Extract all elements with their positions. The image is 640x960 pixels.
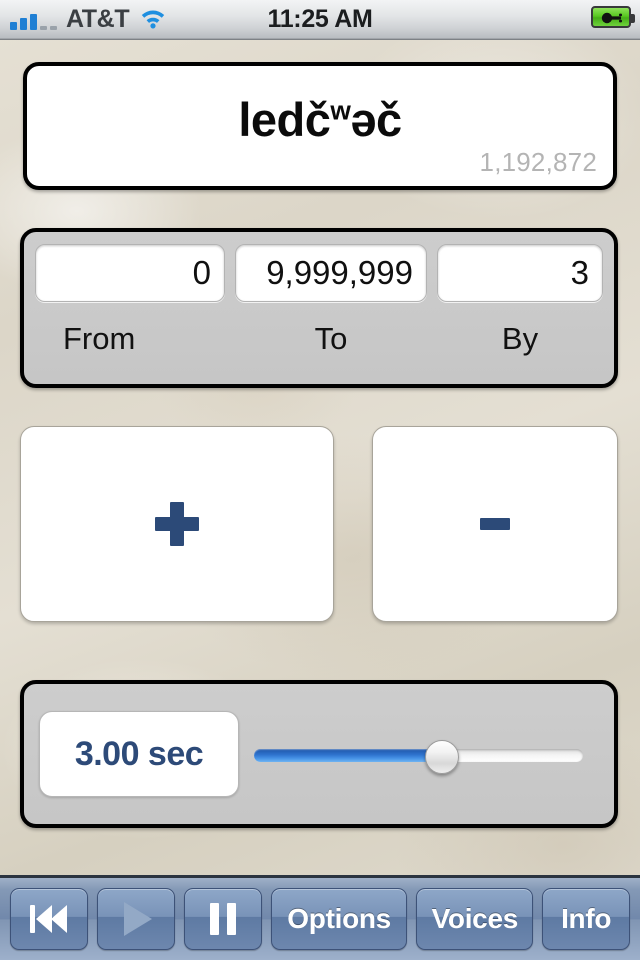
to-label: To xyxy=(314,321,348,356)
range-panel: 0 9,999,999 3 From To By xyxy=(20,228,618,388)
status-bar-right xyxy=(591,6,635,28)
bottom-toolbar: Options Voices Info xyxy=(0,875,640,960)
range-labels: From To By xyxy=(35,316,603,362)
rewind-icon xyxy=(29,904,68,934)
word-superscript: w xyxy=(330,95,351,126)
from-input[interactable]: 0 xyxy=(35,244,225,302)
battery-charging-icon xyxy=(591,6,635,28)
plus-icon xyxy=(155,502,199,546)
word-counter: 1,192,872 xyxy=(479,147,597,177)
speed-slider[interactable] xyxy=(254,740,583,774)
by-label: By xyxy=(501,321,539,356)
word-suffix: əč xyxy=(350,93,402,146)
play-icon xyxy=(124,902,153,936)
pause-icon xyxy=(209,903,236,935)
word-display-panel[interactable]: ledčwəč 1,192,872 xyxy=(23,62,617,190)
rewind-button[interactable] xyxy=(10,888,88,950)
word-prefix: ledč xyxy=(238,93,331,146)
info-button[interactable]: Info xyxy=(542,888,630,950)
slider-fill xyxy=(254,749,442,762)
by-input[interactable]: 3 xyxy=(437,244,603,302)
slider-thumb[interactable] xyxy=(424,740,459,774)
from-label: From xyxy=(63,321,136,356)
minus-icon xyxy=(480,518,510,530)
increment-button[interactable] xyxy=(20,426,334,622)
speed-panel: 3.00 sec xyxy=(20,680,618,828)
clock-time: 11:25 AM xyxy=(267,5,373,33)
status-bar: AT&T 11:25 AM xyxy=(0,0,640,40)
current-word: ledčwəč xyxy=(27,96,613,143)
range-fields: 0 9,999,999 3 xyxy=(35,244,603,302)
options-button[interactable]: Options xyxy=(270,888,408,950)
to-input[interactable]: 9,999,999 xyxy=(235,244,427,302)
speed-value[interactable]: 3.00 sec xyxy=(39,711,239,797)
play-button[interactable] xyxy=(96,888,175,950)
voices-button[interactable]: Voices xyxy=(416,888,534,950)
pause-button[interactable] xyxy=(183,888,262,950)
decrement-button[interactable] xyxy=(372,426,618,622)
